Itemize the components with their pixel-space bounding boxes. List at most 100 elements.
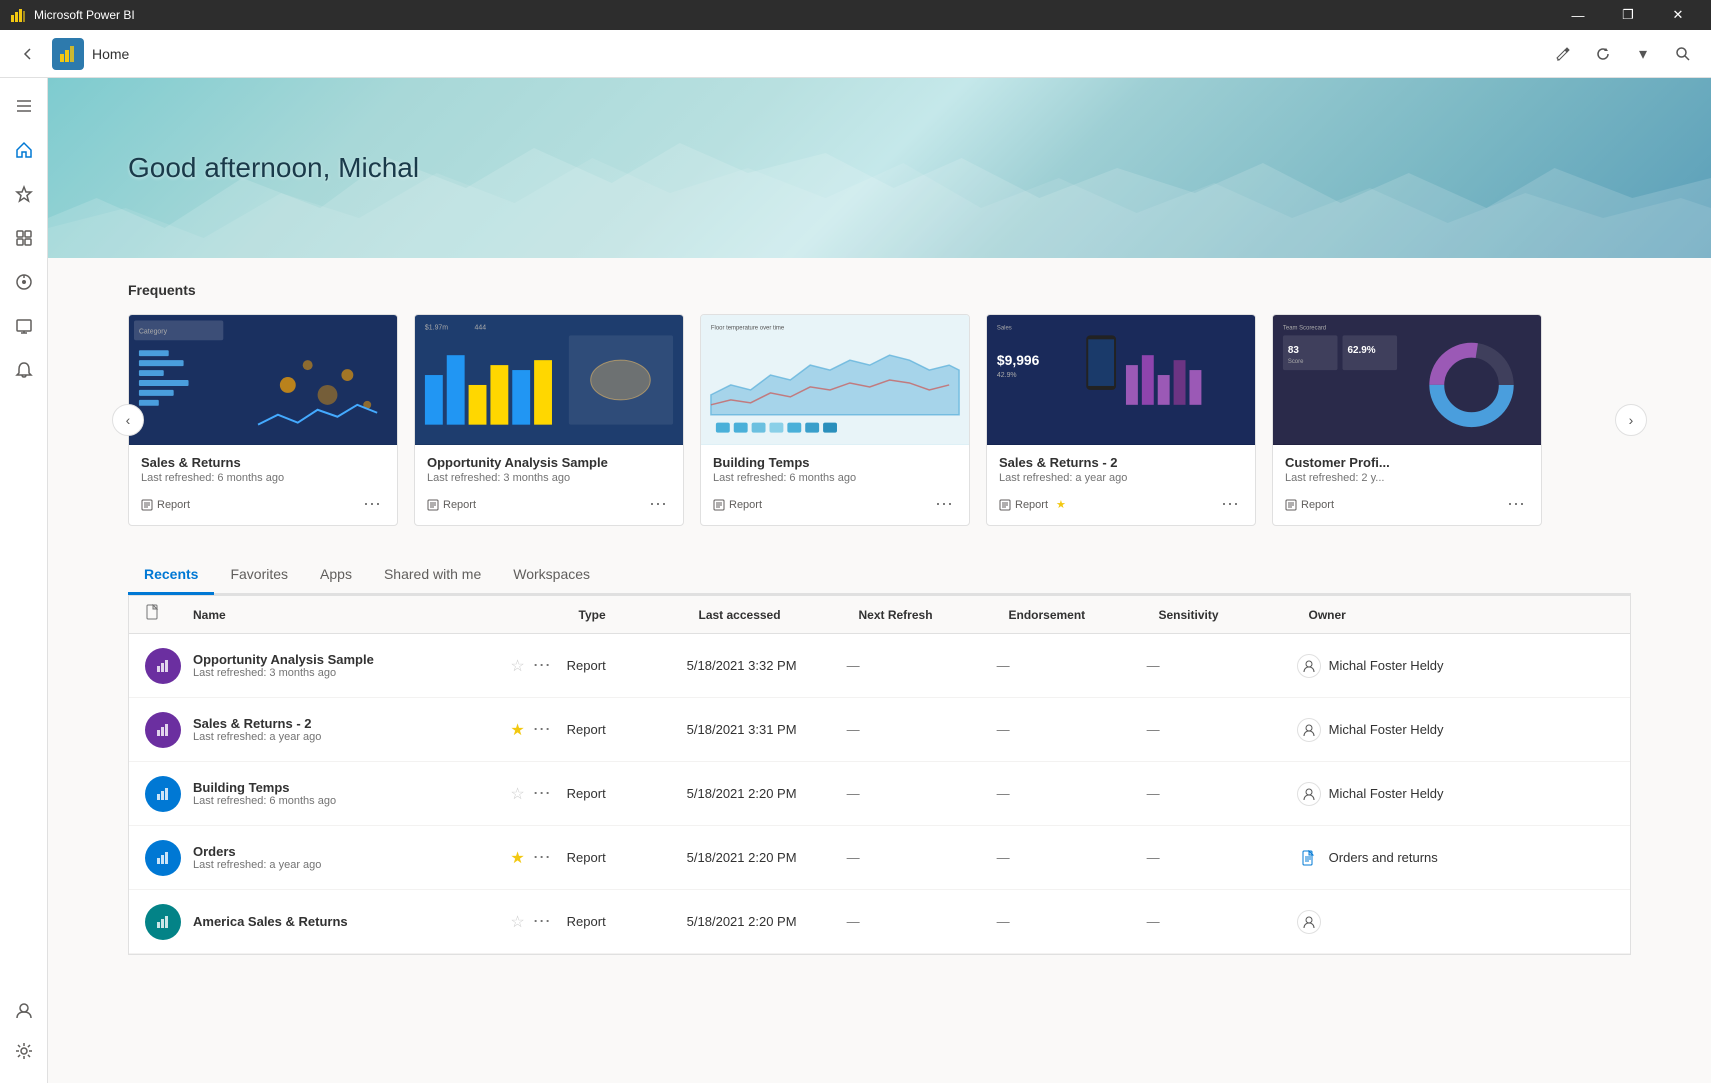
- card-type-sales2: Report ★: [999, 498, 1066, 511]
- row-star-1[interactable]: ★: [510, 720, 524, 740]
- dataset-icon-1: [155, 722, 171, 738]
- card-title-sales-returns: Sales & Returns: [141, 455, 385, 470]
- row-name-col-2: Building Temps Last refreshed: 6 months …: [193, 780, 510, 807]
- tab-favorites[interactable]: Favorites: [214, 558, 304, 595]
- tab-shared[interactable]: Shared with me: [368, 558, 497, 595]
- tab-apps[interactable]: Apps: [304, 558, 368, 595]
- card-type-customer: Report: [1285, 499, 1334, 511]
- owner-avatar-0: [1297, 654, 1321, 678]
- maximize-button[interactable]: ❐: [1605, 0, 1651, 30]
- row-icon-3: [145, 840, 181, 876]
- sidebar-item-favorites[interactable]: [4, 174, 44, 214]
- th-endorsement: Endorsement: [1009, 608, 1159, 622]
- row-sensitivity-1: —: [1147, 722, 1297, 737]
- card-footer-customer: Report ⋯: [1285, 492, 1529, 517]
- row-refresh-0: —: [847, 658, 997, 673]
- row-name-4: America Sales & Returns: [193, 914, 510, 929]
- row-dots-4[interactable]: ⋯: [533, 911, 551, 932]
- minimize-button[interactable]: —: [1555, 0, 1601, 30]
- edit-button[interactable]: [1547, 38, 1579, 70]
- row-dots-0[interactable]: ⋯: [533, 655, 551, 676]
- back-button[interactable]: [12, 38, 44, 70]
- table-row[interactable]: Opportunity Analysis Sample Last refresh…: [129, 634, 1630, 698]
- row-icon-0: [145, 648, 181, 684]
- card-info-customer: Customer Profi... Last refreshed: 2 y...: [1273, 445, 1541, 525]
- powerbi-nav-logo-icon: [58, 44, 78, 64]
- cards-prev-button[interactable]: ‹: [112, 404, 144, 436]
- row-star-4[interactable]: ☆: [510, 912, 524, 932]
- row-type-2: Report: [567, 786, 687, 801]
- row-star-2[interactable]: ☆: [510, 784, 524, 804]
- row-name-0: Opportunity Analysis Sample: [193, 652, 510, 667]
- card-sub-opportunity: Last refreshed: 3 months ago: [427, 472, 671, 484]
- tab-workspaces[interactable]: Workspaces: [497, 558, 606, 595]
- row-name-3: Orders: [193, 844, 510, 859]
- row-owner-0: Michal Foster Heldy: [1297, 654, 1614, 678]
- card-title-building: Building Temps: [713, 455, 957, 470]
- search-button[interactable]: [1667, 38, 1699, 70]
- row-icon-4: [145, 904, 181, 940]
- recents-tabs: Recents Favorites Apps Shared with me Wo…: [128, 558, 1631, 595]
- close-button[interactable]: ✕: [1655, 0, 1701, 30]
- refresh-button[interactable]: [1587, 38, 1619, 70]
- cards-next-button[interactable]: ›: [1615, 404, 1647, 436]
- sidebar-item-metrics[interactable]: [4, 262, 44, 302]
- row-actions-4: ☆ ⋯: [510, 911, 550, 932]
- titlebar-controls[interactable]: — ❐ ✕: [1555, 0, 1701, 30]
- row-dots-3[interactable]: ⋯: [533, 847, 551, 868]
- sidebar-item-notifications[interactable]: [4, 350, 44, 390]
- tab-recents[interactable]: Recents: [128, 558, 214, 595]
- card-title-customer: Customer Profi...: [1285, 455, 1529, 470]
- row-name-2: Building Temps: [193, 780, 510, 795]
- row-endorsement-2: —: [997, 786, 1147, 801]
- card-menu-building[interactable]: ⋯: [931, 492, 957, 517]
- table-row[interactable]: Sales & Returns - 2 Last refreshed: a ye…: [129, 698, 1630, 762]
- row-dots-2[interactable]: ⋯: [533, 783, 551, 804]
- row-dots-1[interactable]: ⋯: [533, 719, 551, 740]
- row-sub-1: Last refreshed: a year ago: [193, 731, 510, 743]
- card-sales-returns[interactable]: Category: [128, 314, 398, 526]
- card-sales-returns-2[interactable]: Sales $9,996: [986, 314, 1256, 526]
- card-info-sales2: Sales & Returns - 2 Last refreshed: a ye…: [987, 445, 1255, 525]
- sidebar-item-apps[interactable]: [4, 218, 44, 258]
- sidebar-item-activity[interactable]: [4, 306, 44, 346]
- card-menu-opportunity[interactable]: ⋯: [645, 492, 671, 517]
- sidebar-item-settings[interactable]: [4, 1031, 44, 1071]
- row-owner-2: Michal Foster Heldy: [1297, 782, 1614, 806]
- card-type-sales-returns: Report: [141, 499, 190, 511]
- row-accessed-3: 5/18/2021 2:20 PM: [687, 850, 847, 865]
- card-customer[interactable]: Team Scorecard 83 Score 62.9%: [1272, 314, 1542, 526]
- card-opportunity[interactable]: $1.97m 444: [414, 314, 684, 526]
- row-star-3[interactable]: ★: [510, 848, 524, 868]
- table-row[interactable]: America Sales & Returns ☆ ⋯ Report 5/18/…: [129, 890, 1630, 954]
- card-thumb-building: Floor temperature over time: [701, 315, 969, 445]
- card-menu-sales-returns[interactable]: ⋯: [359, 492, 385, 517]
- dataset-icon-0: [155, 658, 171, 674]
- row-type-0: Report: [567, 658, 687, 673]
- row-accessed-2: 5/18/2021 2:20 PM: [687, 786, 847, 801]
- card-info-opportunity: Opportunity Analysis Sample Last refresh…: [415, 445, 683, 525]
- card-thumb-customer: Team Scorecard 83 Score 62.9%: [1273, 315, 1541, 445]
- person-icon-2: [1302, 787, 1316, 801]
- account-icon: [15, 1002, 33, 1020]
- sidebar-item-menu[interactable]: [4, 86, 44, 126]
- row-actions-1: ★ ⋯: [510, 719, 550, 740]
- row-name-1: Sales & Returns - 2: [193, 716, 510, 731]
- row-sensitivity-2: —: [1147, 786, 1297, 801]
- refresh-dropdown-button[interactable]: ▾: [1627, 38, 1659, 70]
- greeting-text: Good afternoon, Michal: [128, 152, 419, 184]
- row-owner-4: [1297, 910, 1614, 934]
- sidebar-item-home[interactable]: [4, 130, 44, 170]
- svg-text:83: 83: [1288, 345, 1300, 356]
- owner-doc-icon-3: [1297, 846, 1321, 870]
- card-building-temps[interactable]: Floor temperature over time: [700, 314, 970, 526]
- table-row[interactable]: Orders Last refreshed: a year ago ★ ⋯ Re…: [129, 826, 1630, 890]
- card-sub-building: Last refreshed: 6 months ago: [713, 472, 957, 484]
- row-star-0[interactable]: ☆: [510, 656, 524, 676]
- card-info-sales-returns: Sales & Returns Last refreshed: 6 months…: [129, 445, 397, 525]
- card-menu-sales2[interactable]: ⋯: [1217, 492, 1243, 517]
- card-menu-customer[interactable]: ⋯: [1503, 492, 1529, 517]
- th-type: Type: [579, 608, 699, 622]
- table-row[interactable]: Building Temps Last refreshed: 6 months …: [129, 762, 1630, 826]
- sidebar-item-account[interactable]: [4, 991, 44, 1031]
